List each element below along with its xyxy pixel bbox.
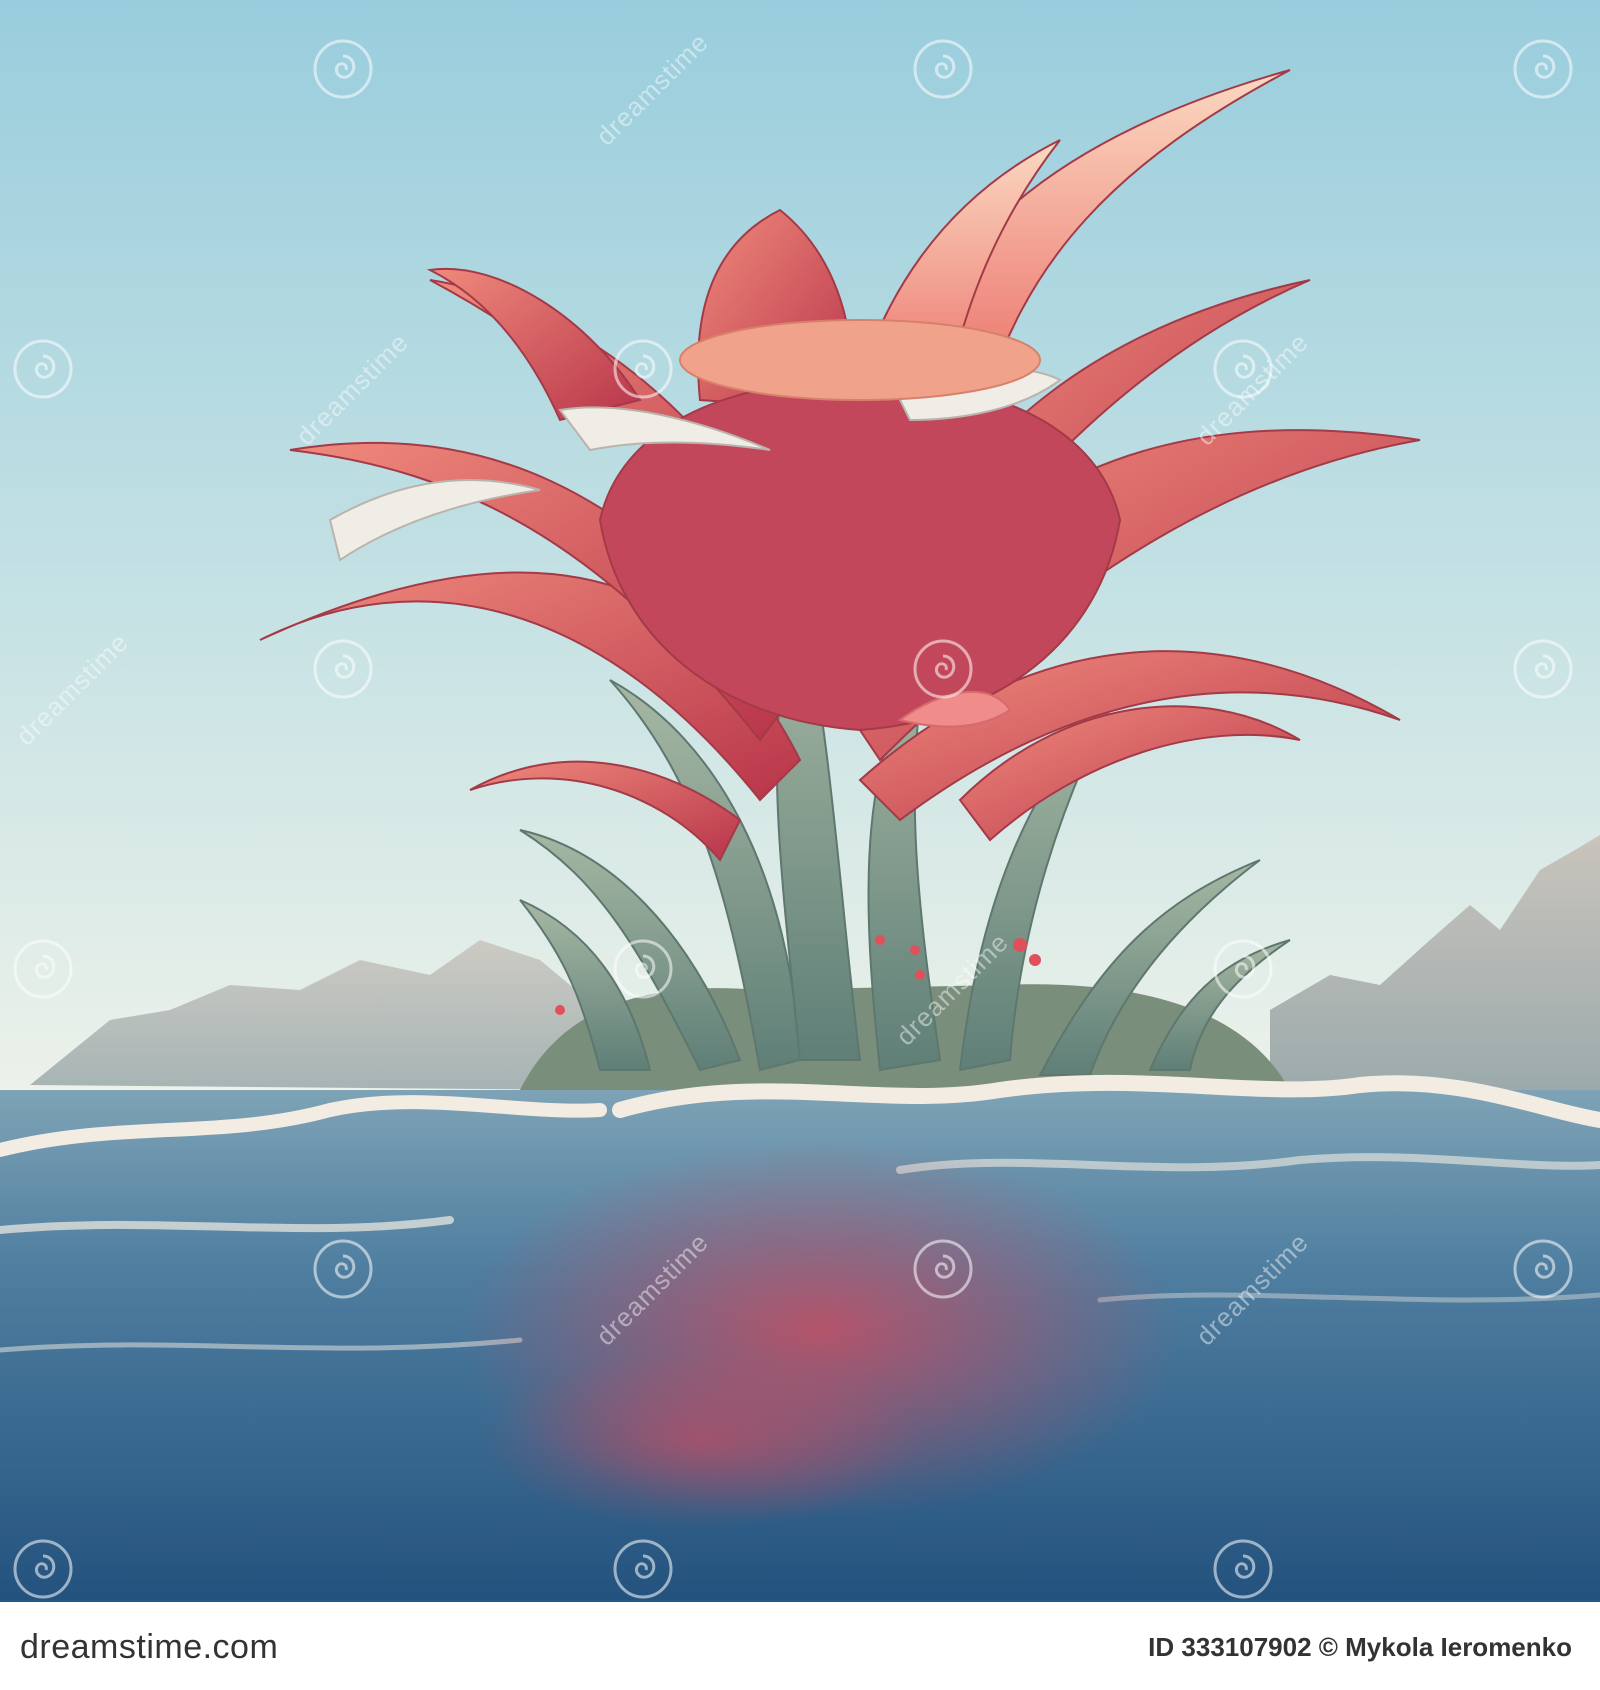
watermark-swirl-icon xyxy=(313,639,373,699)
watermark-swirl-icon xyxy=(1513,39,1573,99)
watermark-swirl-icon xyxy=(13,1539,73,1599)
watermark-swirl-icon xyxy=(1513,1239,1573,1299)
site-brand: dreamstime.com xyxy=(20,1628,279,1666)
watermark-swirl-icon xyxy=(613,1539,673,1599)
watermark-swirl-icon xyxy=(1513,639,1573,699)
image-credit: ID 333107902 © Mykola Ieromenko xyxy=(1148,1632,1572,1662)
watermark-swirl-icon xyxy=(1213,1539,1273,1599)
watermark-swirl-icon xyxy=(13,939,73,999)
watermark-swirl-icon xyxy=(13,339,73,399)
scene-illustration xyxy=(0,0,1600,1600)
watermark-swirl-icon xyxy=(913,1239,973,1299)
watermark-swirl-icon xyxy=(313,39,373,99)
watermark-swirl-icon xyxy=(613,939,673,999)
fantasy-flower-ocean-scene: dreamstime dreamstime dreamstime dreamst… xyxy=(0,0,1600,1600)
watermark-swirl-icon xyxy=(1213,939,1273,999)
credit-footer: dreamstime.com ID 333107902 © Mykola Ier… xyxy=(0,1600,1600,1690)
watermark-swirl-icon xyxy=(913,639,973,699)
flower-center xyxy=(679,319,1041,401)
stock-image-frame: dreamstime dreamstime dreamstime dreamst… xyxy=(0,0,1600,1690)
watermark-swirl-icon xyxy=(613,339,673,399)
watermark-swirl-icon xyxy=(913,39,973,99)
watermark-swirl-icon xyxy=(313,1239,373,1299)
